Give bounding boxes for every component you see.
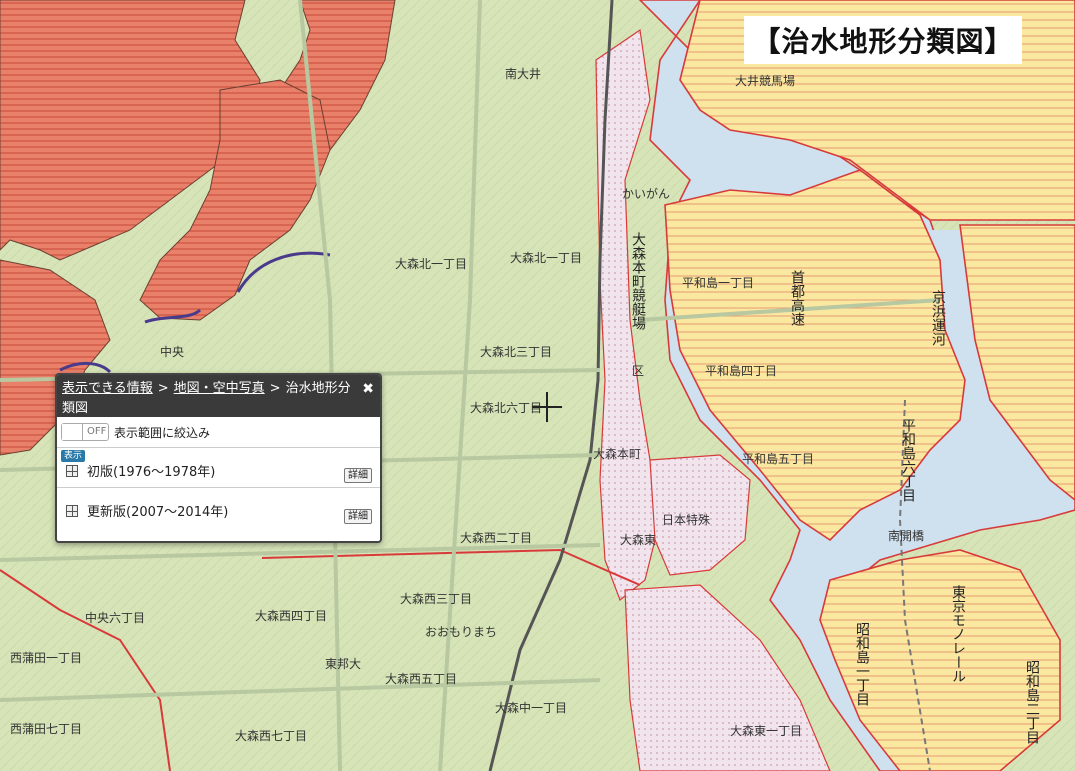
label-oomori-kita1b: 大森北一丁目 xyxy=(510,250,582,265)
crosshair-icon xyxy=(532,392,562,422)
filter-toggle[interactable]: OFF xyxy=(61,423,109,441)
breadcrumb-sep: > xyxy=(157,381,169,396)
label-oomori-honcho: 大森本町 xyxy=(593,446,641,461)
label-nichimoku: 日本特殊 xyxy=(662,512,710,527)
label-chuo: 中央 xyxy=(160,344,184,359)
filter-row: OFF 表示範囲に絞込み xyxy=(57,417,380,448)
label-heiwajima6: 平和島六丁目 xyxy=(900,418,916,502)
breadcrumb-link-info[interactable]: 表示できる情報 xyxy=(62,381,153,396)
map-title: 【治水地形分類図】 xyxy=(744,16,1022,64)
label-heiwajima1: 平和島一丁目 xyxy=(682,275,754,290)
layer-item-initial[interactable]: 表示 初版(1976〜1978年) 詳細 xyxy=(57,448,380,488)
label-omorimachi: おおもりまち xyxy=(425,625,497,639)
label-oomori-naka1: 大森中一丁目 xyxy=(495,700,567,715)
label-minami-oi: 南大井 xyxy=(505,66,541,81)
label-oomori-nishi4: 大森西四丁目 xyxy=(255,608,327,623)
close-icon[interactable]: ✖ xyxy=(362,379,374,399)
layer-item-updated[interactable]: 更新版(2007〜2014年) 詳細 xyxy=(57,488,380,528)
toggle-state: OFF xyxy=(87,426,107,437)
label-toho: 東邦大 xyxy=(325,657,361,671)
filter-label: 表示範囲に絞込み xyxy=(114,425,211,440)
label-oi-keibajo: 大井競馬場 xyxy=(735,73,795,88)
label-oomori-nishi3: 大森西三丁目 xyxy=(400,591,472,606)
label-oomori-kita3: 大森北三丁目 xyxy=(480,344,552,359)
breadcrumb-link-map[interactable]: 地図・空中写真 xyxy=(174,381,265,396)
label-nishikamata1: 西蒲田一丁目 xyxy=(10,651,82,665)
label-nankaibashi: 南開橋 xyxy=(888,528,924,543)
grid-icon xyxy=(66,505,78,517)
label-oomori-nishi5: 大森西五丁目 xyxy=(385,671,457,686)
label-kaigan: かいがん xyxy=(622,186,670,201)
label-oomori-higashi: 大森東一丁目 xyxy=(730,723,802,738)
visible-badge: 表示 xyxy=(61,450,86,462)
layer-info-panel: 表示できる情報 > 地図・空中写真 > 治水地形分類図 ✖ OFF 表示範囲に絞込み 表… xyxy=(55,373,382,543)
label-heiwajima5: 平和島五丁目 xyxy=(742,451,814,466)
panel-header: 表示できる情報 > 地図・空中写真 > 治水地形分類図 ✖ xyxy=(57,375,380,417)
label-oomori-nishi2: 大森西二丁目 xyxy=(460,530,532,545)
label-keihin-unga: 京浜運河 xyxy=(930,290,946,346)
detail-button[interactable]: 詳細 xyxy=(344,509,372,524)
label-oomori-nishi7: 大森西七丁目 xyxy=(235,728,307,743)
label-chuo6: 中央六丁目 xyxy=(85,610,145,625)
label-oomori-kita1: 大森北一丁目 xyxy=(395,256,467,271)
breadcrumb-sep: > xyxy=(269,381,281,396)
label-kutou: 区 xyxy=(632,364,644,378)
label-oomori-keiteijo: 大森本町競艇場 xyxy=(630,232,646,330)
label-nishikamata: 西蒲田七丁目 xyxy=(10,722,82,736)
toggle-knob xyxy=(62,424,83,440)
detail-button[interactable]: 詳細 xyxy=(344,468,372,483)
label-showajima2: 昭和島二丁目 xyxy=(1024,660,1040,744)
label-heiwajima4: 平和島四丁目 xyxy=(705,363,777,378)
label-toudai: 大森東 xyxy=(620,532,656,547)
label-tokyo-monorail: 東京モノレール xyxy=(950,585,966,683)
label-shuto-kosoku: 首都高速 xyxy=(789,270,805,327)
label-showajima: 昭和島一丁目 xyxy=(854,622,870,706)
layer-label: 更新版(2007〜2014年) xyxy=(87,505,229,520)
grid-icon xyxy=(66,465,78,477)
layer-label: 初版(1976〜1978年) xyxy=(87,465,216,480)
